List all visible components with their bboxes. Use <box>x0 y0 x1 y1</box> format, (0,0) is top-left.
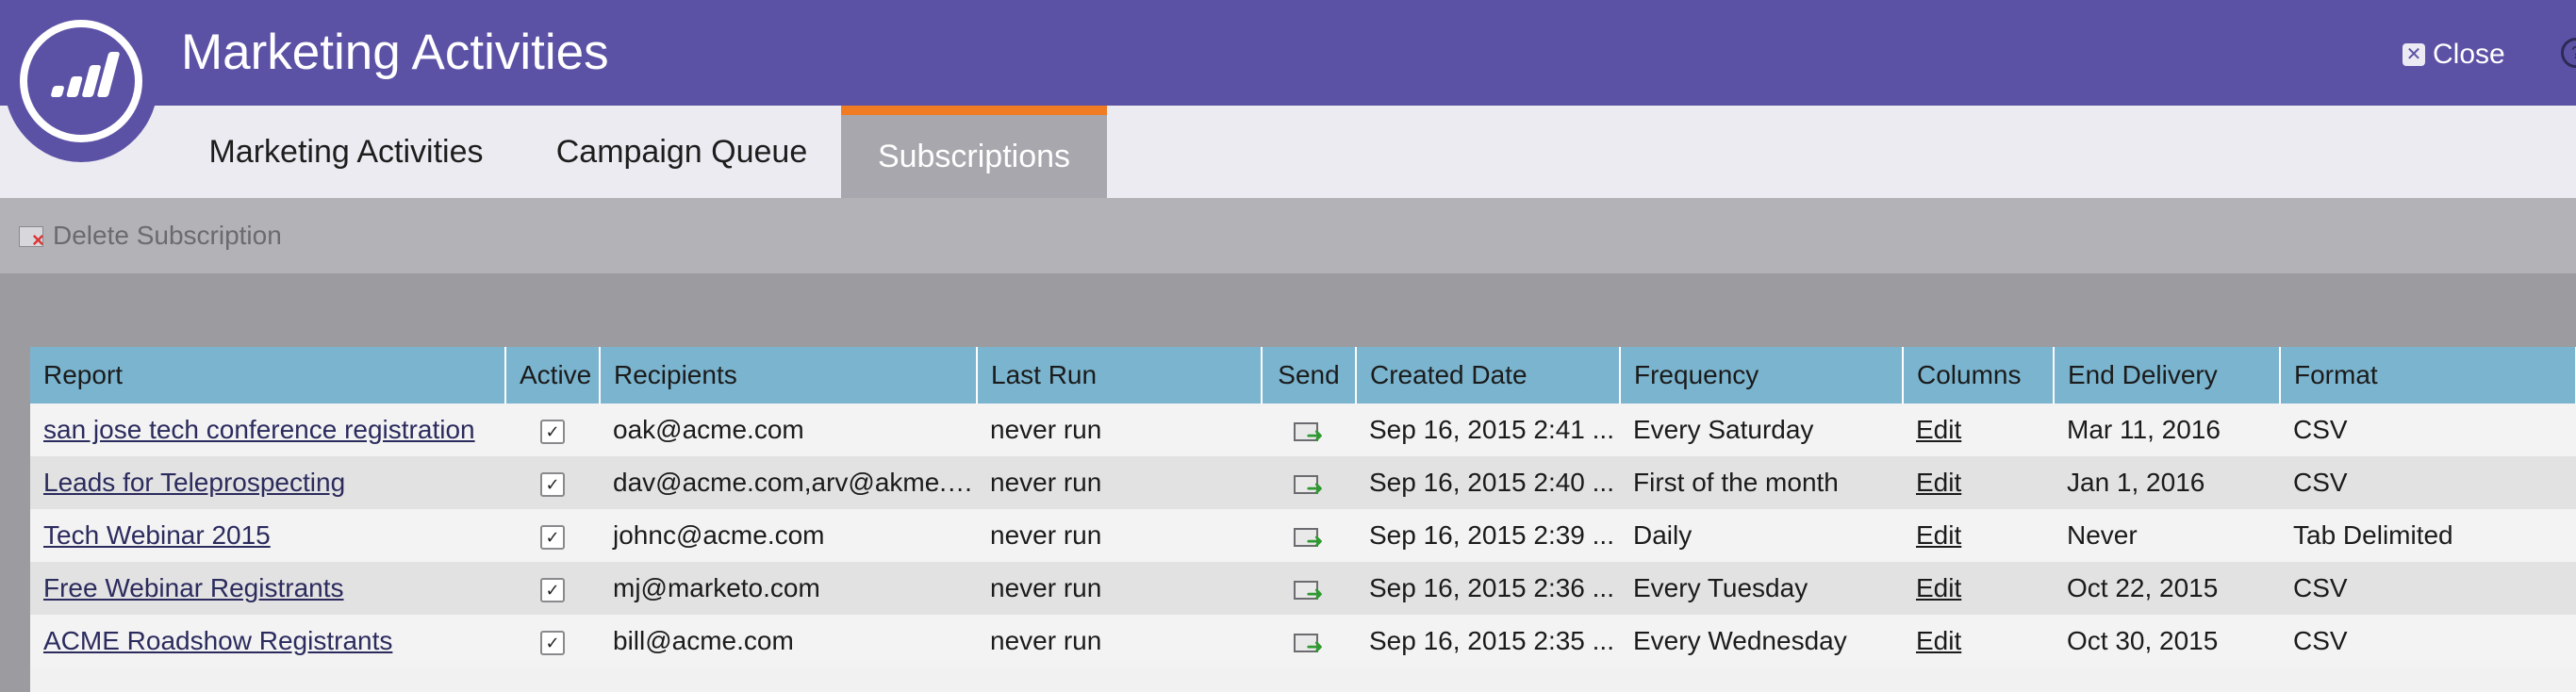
recipients-cell: mj@marketo.com <box>600 562 977 615</box>
edit-columns-link[interactable]: Edit <box>1916 573 1961 602</box>
subscriptions-table: Report Active Recipients Last Run Send C… <box>30 347 2576 667</box>
edit-columns-link[interactable]: Edit <box>1916 415 1961 444</box>
created-date-cell: Sep 16, 2015 2:41 ... <box>1356 404 1620 456</box>
app-header: Marketing Activities ✕ Close ? <box>0 0 2576 106</box>
column-header-columns[interactable]: Columns <box>1903 347 2055 404</box>
tab-marketing-activities[interactable]: Marketing Activities <box>179 106 513 198</box>
recipients-cell: johnc@acme.com <box>600 509 977 562</box>
edit-columns-link[interactable]: Edit <box>1916 468 1961 497</box>
frequency-cell: Every Tuesday <box>1620 562 1903 615</box>
edit-columns-link[interactable]: Edit <box>1916 520 1961 550</box>
column-header-format[interactable]: Format <box>2280 347 2576 404</box>
column-header-last-run[interactable]: Last Run <box>977 347 1263 404</box>
report-link[interactable]: san jose tech conference registration <box>43 415 475 444</box>
help-icon[interactable]: ? <box>2561 38 2576 68</box>
toolbar: × Delete Subscription <box>0 198 2576 273</box>
created-date-cell: Sep 16, 2015 2:39 ... <box>1356 509 1620 562</box>
tab-subscriptions[interactable]: Subscriptions <box>841 106 1107 198</box>
created-date-cell: Sep 16, 2015 2:36 ... <box>1356 562 1620 615</box>
created-date-cell: Sep 16, 2015 2:35 ... <box>1356 615 1620 667</box>
column-header-report[interactable]: Report <box>30 347 506 404</box>
format-cell: CSV <box>2280 615 2576 667</box>
table-row[interactable]: ACME Roadshow Registrants ✓ bill@acme.co… <box>30 615 2576 667</box>
format-cell: Tab Delimited <box>2280 509 2576 562</box>
column-header-created-date[interactable]: Created Date <box>1356 347 1621 404</box>
send-report-icon[interactable]: ➜ <box>1294 472 1324 498</box>
active-checkbox[interactable]: ✓ <box>540 524 565 550</box>
recipients-cell: bill@acme.com <box>600 615 977 667</box>
format-cell: CSV <box>2280 404 2576 456</box>
close-button[interactable]: ✕ Close <box>2403 34 2505 75</box>
frequency-cell: Daily <box>1620 509 1903 562</box>
send-report-icon[interactable]: ➜ <box>1294 420 1324 445</box>
end-delivery-cell: Never <box>2054 509 2280 562</box>
edit-columns-link[interactable]: Edit <box>1916 626 1961 655</box>
report-link[interactable]: Leads for Teleprospecting <box>43 468 345 497</box>
last-run-cell: never run <box>977 404 1262 456</box>
report-link[interactable]: Free Webinar Registrants <box>43 573 344 602</box>
end-delivery-cell: Oct 30, 2015 <box>2054 615 2280 667</box>
column-header-active[interactable]: Active <box>505 347 601 404</box>
delete-subscription-icon: × <box>19 224 47 251</box>
table-row[interactable]: Free Webinar Registrants ✓ mj@marketo.co… <box>30 562 2576 615</box>
page-title: Marketing Activities <box>181 25 609 80</box>
table-row[interactable]: Leads for Teleprospecting ✓ dav@acme.com… <box>30 456 2576 509</box>
last-run-cell: never run <box>977 562 1262 615</box>
table-row[interactable]: san jose tech conference registration ✓ … <box>30 404 2576 456</box>
close-label: Close <box>2433 39 2505 70</box>
frequency-cell: Every Wednesday <box>1620 615 1903 667</box>
format-cell: CSV <box>2280 562 2576 615</box>
format-cell: CSV <box>2280 456 2576 509</box>
tab-bar: Marketing Activities Campaign Queue Subs… <box>0 106 2576 198</box>
frequency-cell: Every Saturday <box>1620 404 1903 456</box>
end-delivery-cell: Jan 1, 2016 <box>2054 456 2280 509</box>
table-header-row: Report Active Recipients Last Run Send C… <box>30 347 2576 404</box>
report-link[interactable]: Tech Webinar 2015 <box>43 520 271 550</box>
active-checkbox[interactable]: ✓ <box>540 630 565 655</box>
marketo-logo-icon <box>4 0 158 162</box>
last-run-cell: never run <box>977 456 1262 509</box>
delete-subscription-label: Delete Subscription <box>53 221 282 250</box>
active-checkbox[interactable]: ✓ <box>540 471 565 497</box>
delete-subscription-button[interactable]: × Delete Subscription <box>19 217 282 255</box>
created-date-cell: Sep 16, 2015 2:40 ... <box>1356 456 1620 509</box>
column-header-frequency[interactable]: Frequency <box>1620 347 1904 404</box>
active-checkbox[interactable]: ✓ <box>540 419 565 444</box>
report-link[interactable]: ACME Roadshow Registrants <box>43 626 392 655</box>
send-report-icon[interactable]: ➜ <box>1294 578 1324 603</box>
end-delivery-cell: Oct 22, 2015 <box>2054 562 2280 615</box>
send-report-icon[interactable]: ➜ <box>1294 525 1324 551</box>
table-row[interactable]: Tech Webinar 2015 ✓ johnc@acme.com never… <box>30 509 2576 562</box>
column-header-end-delivery[interactable]: End Delivery <box>2054 347 2281 404</box>
column-header-recipients[interactable]: Recipients <box>600 347 978 404</box>
recipients-cell: dav@acme.com,arv@akme.c... <box>600 456 977 509</box>
column-header-send[interactable]: Send <box>1262 347 1357 404</box>
send-report-icon[interactable]: ➜ <box>1294 631 1324 656</box>
tab-campaign-queue[interactable]: Campaign Queue <box>528 106 835 198</box>
frequency-cell: First of the month <box>1620 456 1903 509</box>
subscriptions-grid: Report Active Recipients Last Run Send C… <box>30 347 2576 692</box>
end-delivery-cell: Mar 11, 2016 <box>2054 404 2280 456</box>
recipients-cell: oak@acme.com <box>600 404 977 456</box>
last-run-cell: never run <box>977 615 1262 667</box>
close-icon: ✕ <box>2403 43 2425 66</box>
active-checkbox[interactable]: ✓ <box>540 577 565 602</box>
last-run-cell: never run <box>977 509 1262 562</box>
